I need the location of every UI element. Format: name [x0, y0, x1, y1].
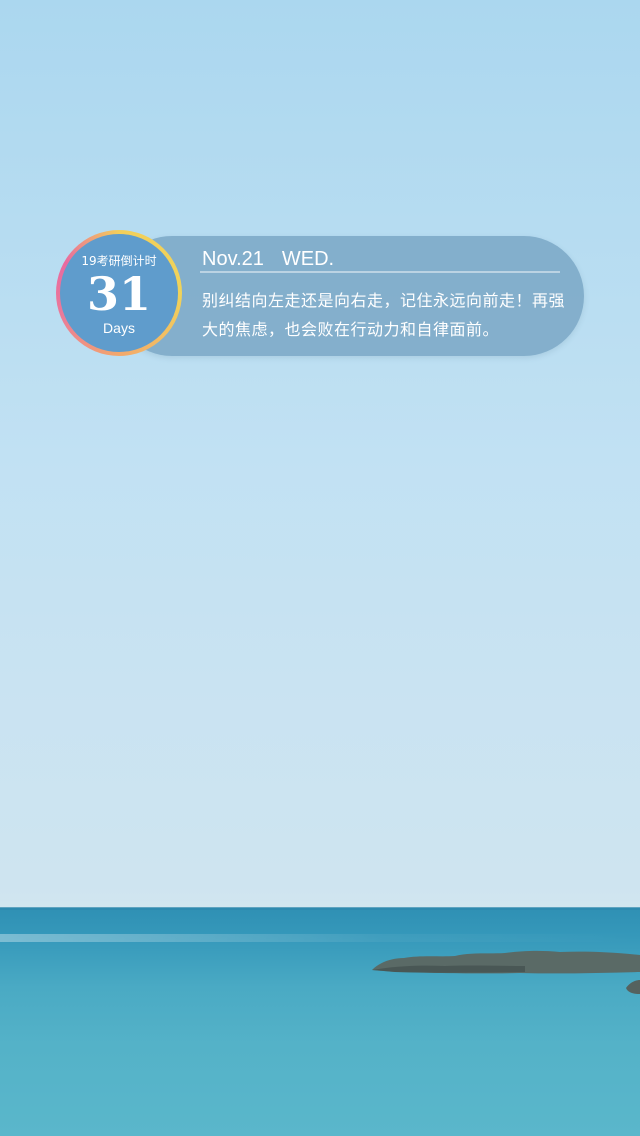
- countdown-days-number: 31: [86, 267, 151, 321]
- countdown-circle[interactable]: 19考研倒计时 31 Days: [60, 234, 178, 352]
- rock-island: [372, 950, 640, 994]
- countdown-days-unit: Days: [103, 320, 135, 336]
- date-text: Nov.21: [202, 248, 264, 270]
- motivational-quote: 别纠结向左走还是向右走，记住永远向前走！再强大的焦虑，也会败在行动力和自律面前。: [202, 291, 566, 339]
- weekday-text: WED.: [281, 248, 335, 270]
- date-row: Nov.21 WED.: [202, 246, 562, 272]
- wallpaper: [0, 0, 640, 1136]
- widget-divider: [200, 271, 560, 273]
